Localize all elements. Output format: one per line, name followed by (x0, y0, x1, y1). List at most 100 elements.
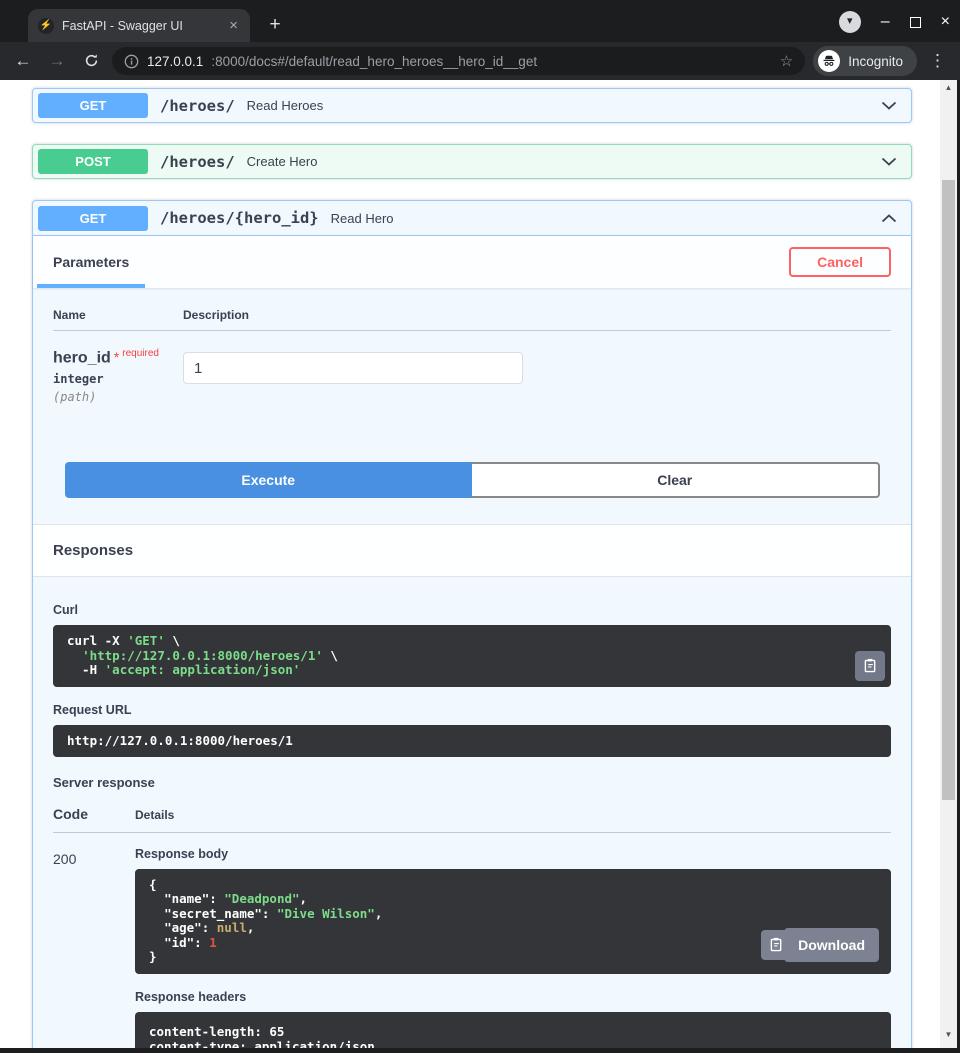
curl-label: Curl (53, 603, 78, 618)
tab-title: FastAPI - Swagger UI (62, 18, 183, 33)
url-bar[interactable]: 127.0.0.1 :8000/docs#/default/read_hero_h… (112, 47, 806, 75)
opblock-post-heroes: POST /heroes/ Create Hero (32, 144, 912, 179)
forward-icon[interactable]: → (44, 48, 70, 74)
responses-body: Curl curl -X 'GET' \ 'http://127.0.0.1:8… (33, 577, 911, 1048)
clear-button[interactable]: Clear (471, 462, 880, 499)
incognito-badge: Incognito (813, 46, 917, 76)
response-details: Response body Download { "name": "Deadpo… (135, 847, 891, 1048)
tab-close-icon[interactable]: × (227, 18, 240, 33)
server-response-label: Server response (53, 774, 155, 790)
parameter-row: hero_id * required integer (path) (53, 348, 891, 428)
operation-path: /heroes/ (160, 152, 235, 171)
chevron-down-icon[interactable] (881, 157, 897, 166)
method-badge: GET (38, 205, 148, 231)
clipboard-icon (864, 659, 875, 673)
browser-tab[interactable]: ⚡ FastAPI - Swagger UI × (28, 9, 250, 42)
method-badge: POST (38, 149, 148, 174)
scrollbar-thumb[interactable] (942, 180, 955, 800)
response-header-line: content-length: 65 (149, 1023, 285, 1039)
chevron-up-icon[interactable] (881, 213, 897, 223)
operation-summary: Create Hero (246, 154, 318, 169)
incognito-icon (818, 50, 841, 72)
execute-button[interactable]: Execute (65, 462, 472, 499)
operation-path: /heroes/ (160, 96, 235, 115)
chevron-down-icon[interactable] (881, 101, 897, 110)
scrollbar[interactable]: ▲ ▼ (940, 80, 957, 1048)
browser-toolbar: ← → 127.0.0.1 :8000/docs#/default/read_he… (0, 42, 960, 80)
parameter-type: integer (53, 372, 104, 387)
request-url-label: Request URL (53, 702, 132, 717)
operation-summary: Read Heroes (246, 98, 324, 113)
divider (53, 831, 891, 833)
description-column-header: Description (183, 308, 250, 322)
code-line: curl -X 'GET' \ (67, 633, 180, 649)
url-host: 127.0.0.1 (147, 53, 204, 69)
parameter-location: (path) (53, 390, 97, 405)
copy-curl-button[interactable] (855, 650, 885, 681)
request-url-block: http://127.0.0.1:8000/heroes/1 (53, 724, 891, 757)
scroll-down-icon[interactable]: ▼ (940, 1027, 957, 1043)
opblock-summary[interactable]: GET /heroes/ Read Heroes (33, 89, 911, 122)
code-line: "name": "Deadpond", (164, 891, 308, 907)
status-code: 200 (53, 850, 77, 867)
curl-code-block: curl -X 'GET' \ 'http://127.0.0.1:8000/h… (53, 625, 891, 687)
parameter-info: hero_id * required integer (path) (53, 348, 183, 404)
response-row: 200 Response body Download { "name": "De… (53, 847, 891, 1048)
parameter-value-cell (183, 348, 523, 404)
window-bottom-edge (0, 1048, 960, 1053)
execute-wrapper: Execute Clear (65, 462, 880, 499)
response-headers-block: content-length: 65 content-type: applica… (135, 1011, 891, 1048)
reload-icon[interactable] (78, 48, 104, 74)
opblock-get-heroes: GET /heroes/ Read Heroes (32, 88, 912, 123)
browser-menu-icon[interactable]: ⋮ (925, 51, 950, 71)
clipboard-icon (770, 938, 781, 952)
parameters-body: Name Description hero_id * required intege… (33, 288, 911, 428)
code-line: 'http://127.0.0.1:8000/heroes/1' \ (82, 647, 338, 663)
info-icon (124, 54, 139, 68)
tab-parameters[interactable]: Parameters (36, 236, 146, 288)
code-line: "secret_name": "Dive Wilson", (164, 905, 383, 921)
name-column-header: Name (53, 308, 86, 322)
response-headers-label: Response headers (135, 989, 247, 1004)
window-close-icon[interactable]: × (941, 14, 950, 30)
incognito-label: Incognito (848, 53, 903, 69)
response-body-block: Download { "name": "Deadpond", "secret_n… (135, 868, 891, 974)
bookmark-star-icon[interactable]: ☆ (780, 52, 793, 70)
response-table-header: Code Details (53, 806, 891, 822)
opblock-get-hero-id: GET /heroes/{hero_id} Read Hero Paramete… (32, 200, 912, 1048)
code-line: -H 'accept: application/json' (67, 662, 301, 678)
new-tab-button[interactable]: + (262, 13, 288, 39)
response-header-line: content-type: application/json (149, 1039, 375, 1048)
cancel-button[interactable]: Cancel (789, 247, 891, 277)
response-body-label: Response body (135, 846, 229, 861)
window-controls: ▾ – × (838, 8, 950, 36)
code-column-header: Code (53, 805, 88, 822)
swagger-page: GET /heroes/ Read Heroes POST /heroes/ C… (0, 80, 940, 1048)
download-button[interactable]: Download (784, 927, 879, 962)
opblock-summary[interactable]: POST /heroes/ Create Hero (33, 145, 911, 178)
responses-section-header: Responses (33, 524, 911, 578)
method-badge: GET (38, 93, 148, 118)
parameters-section-header: Parameters Cancel (33, 236, 911, 288)
required-star: * (113, 349, 120, 366)
tab-search-icon[interactable]: ▾ (838, 11, 861, 33)
required-label: required (122, 348, 159, 359)
hero-id-input[interactable] (183, 352, 523, 384)
parameters-table-header: Name Description (53, 308, 891, 322)
opblock-summary[interactable]: GET /heroes/{hero_id} Read Hero (33, 201, 911, 236)
operation-path: /heroes/{hero_id} (160, 209, 319, 227)
titlebar: ⚡ FastAPI - Swagger UI × + ▾ – × (0, 0, 960, 42)
request-url-value: http://127.0.0.1:8000/heroes/1 (67, 732, 293, 748)
parameter-name: hero_id (53, 349, 111, 367)
code-line: { (149, 876, 157, 892)
divider (53, 330, 891, 331)
fastapi-favicon-icon: ⚡ (38, 17, 54, 34)
url-path: :8000/docs#/default/read_hero_heroes__he… (211, 53, 538, 69)
back-icon[interactable]: ← (10, 48, 36, 74)
scroll-up-icon[interactable]: ▲ (940, 80, 957, 96)
operation-summary: Read Hero (330, 210, 394, 226)
maximize-icon[interactable] (909, 16, 921, 28)
details-column-header: Details (135, 807, 175, 822)
browser-window: ⚡ FastAPI - Swagger UI × + ▾ – × ← → 127… (0, 0, 960, 1053)
minimize-icon[interactable]: – (881, 14, 890, 30)
